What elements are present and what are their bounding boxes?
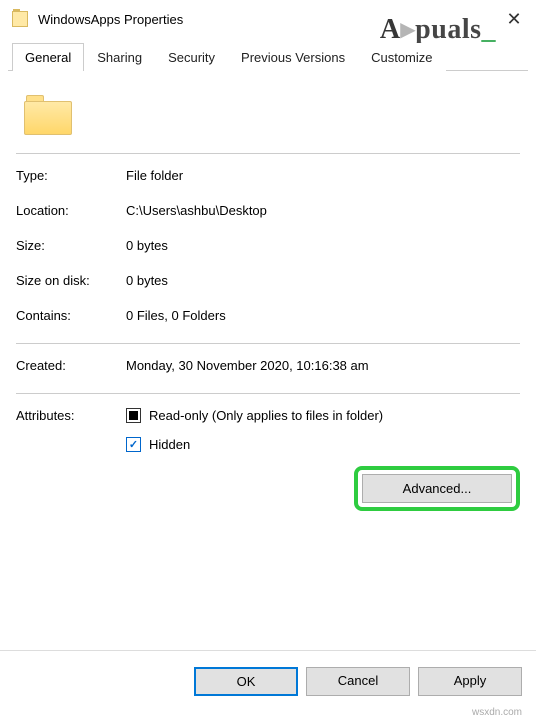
ok-button[interactable]: OK	[194, 667, 298, 696]
tab-pane-general: Type: File folder Location: C:\Users\ash…	[0, 71, 536, 521]
checkbox-readonly[interactable]	[126, 408, 141, 423]
folder-icon	[12, 11, 28, 27]
row-location: Location: C:\Users\ashbu\Desktop	[16, 203, 520, 218]
highlight-advanced: Advanced...	[354, 466, 520, 511]
cancel-button[interactable]: Cancel	[306, 667, 410, 696]
value-type: File folder	[126, 168, 520, 183]
label-size: Size:	[16, 238, 126, 253]
large-folder-icon	[24, 95, 72, 135]
tab-previous-versions[interactable]: Previous Versions	[228, 43, 358, 71]
row-attributes: Attributes: Read-only (Only applies to f…	[16, 408, 520, 511]
advanced-button[interactable]: Advanced...	[362, 474, 512, 503]
value-contains: 0 Files, 0 Folders	[126, 308, 520, 323]
label-hidden: Hidden	[149, 437, 190, 452]
row-created: Created: Monday, 30 November 2020, 10:16…	[16, 358, 520, 373]
titlebar: WindowsApps Properties ✕	[0, 0, 536, 38]
row-size-on-disk: Size on disk: 0 bytes	[16, 273, 520, 288]
value-location: C:\Users\ashbu\Desktop	[126, 203, 520, 218]
tab-strip: General Sharing Security Previous Versio…	[8, 42, 528, 71]
divider	[16, 343, 520, 344]
tab-security[interactable]: Security	[155, 43, 228, 71]
close-icon[interactable]: ✕	[504, 9, 524, 30]
label-readonly: Read-only (Only applies to files in fold…	[149, 408, 383, 423]
button-bar: OK Cancel Apply	[0, 650, 536, 726]
value-size: 0 bytes	[126, 238, 520, 253]
divider	[16, 153, 520, 154]
apply-button[interactable]: Apply	[418, 667, 522, 696]
row-type: Type: File folder	[16, 168, 520, 183]
label-type: Type:	[16, 168, 126, 183]
label-created: Created:	[16, 358, 126, 373]
row-size: Size: 0 bytes	[16, 238, 520, 253]
value-created: Monday, 30 November 2020, 10:16:38 am	[126, 358, 520, 373]
row-contains: Contains: 0 Files, 0 Folders	[16, 308, 520, 323]
divider	[16, 393, 520, 394]
tab-general[interactable]: General	[12, 43, 84, 71]
label-location: Location:	[16, 203, 126, 218]
window-title: WindowsApps Properties	[38, 12, 504, 27]
label-attributes: Attributes:	[16, 408, 126, 511]
tab-sharing[interactable]: Sharing	[84, 43, 155, 71]
tab-customize[interactable]: Customize	[358, 43, 445, 71]
label-contains: Contains:	[16, 308, 126, 323]
checkbox-row-hidden: Hidden	[126, 437, 520, 452]
checkbox-hidden[interactable]	[126, 437, 141, 452]
label-size-on-disk: Size on disk:	[16, 273, 126, 288]
checkbox-row-readonly: Read-only (Only applies to files in fold…	[126, 408, 520, 423]
footer-text: wsxdn.com	[472, 707, 522, 718]
value-size-on-disk: 0 bytes	[126, 273, 520, 288]
